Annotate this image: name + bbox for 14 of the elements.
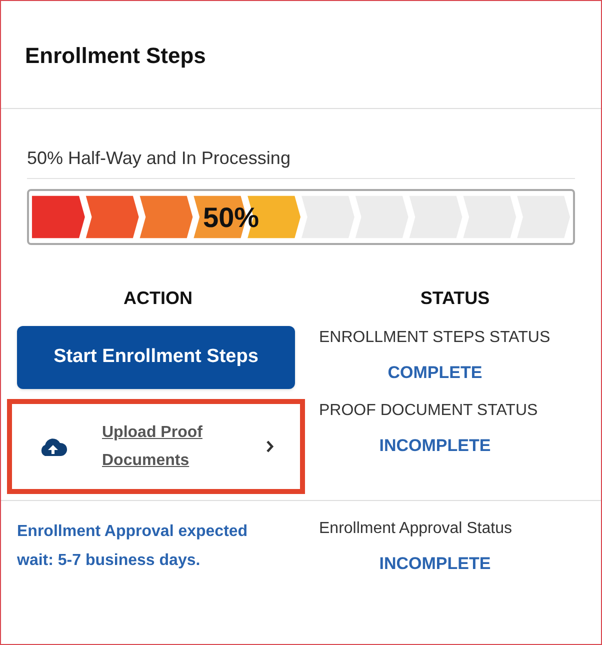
- action-header: ACTION: [122, 287, 194, 310]
- wait-note: Enrollment Approval expected wait: 5-7 business days.: [16, 522, 249, 571]
- start-button[interactable]: Start Enrollment Steps: [17, 326, 295, 389]
- status-value: COMPLETE: [386, 362, 484, 384]
- status-header: STATUS: [419, 287, 491, 310]
- upload-link[interactable]: Upload Proof Documents: [102, 418, 232, 474]
- status-label: Enrollment Approval Status: [319, 519, 513, 539]
- progress-caption: 50% Half-Way and In Processing: [27, 145, 575, 179]
- panel-title: Enrollment Steps: [1, 1, 601, 109]
- status-label: PROOF DOCUMENT STATUS: [319, 401, 539, 421]
- status-value: INCOMPLETE: [378, 435, 492, 457]
- status-value: INCOMPLETE: [378, 553, 492, 575]
- status-label: ENROLLMENT STEPS STATUS: [319, 328, 551, 348]
- chevron-right-icon: [266, 440, 274, 453]
